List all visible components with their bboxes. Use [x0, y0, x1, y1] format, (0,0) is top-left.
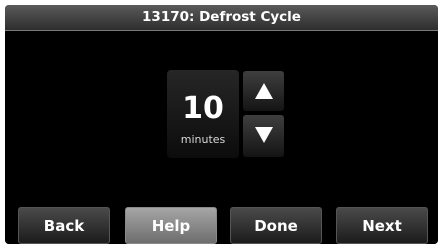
duration-unit: minutes	[180, 133, 226, 146]
decrease-button[interactable]	[243, 115, 284, 157]
defrost-duration-display: 10 minutes	[167, 70, 239, 158]
back-button[interactable]: Back	[18, 207, 110, 244]
done-button[interactable]: Done	[230, 207, 322, 244]
button-bar: Back Help Done Next	[5, 195, 438, 244]
increase-button[interactable]	[243, 71, 284, 111]
duration-value: 10	[182, 91, 224, 126]
thermostat-screen: 13170: Defrost Cycle 10 minutes Back Hel…	[5, 5, 438, 244]
help-button[interactable]: Help	[125, 207, 217, 244]
next-button[interactable]: Next	[336, 207, 428, 244]
triangle-down-icon	[255, 127, 273, 143]
triangle-up-icon	[255, 83, 273, 99]
page-title: 13170: Defrost Cycle	[5, 5, 438, 31]
